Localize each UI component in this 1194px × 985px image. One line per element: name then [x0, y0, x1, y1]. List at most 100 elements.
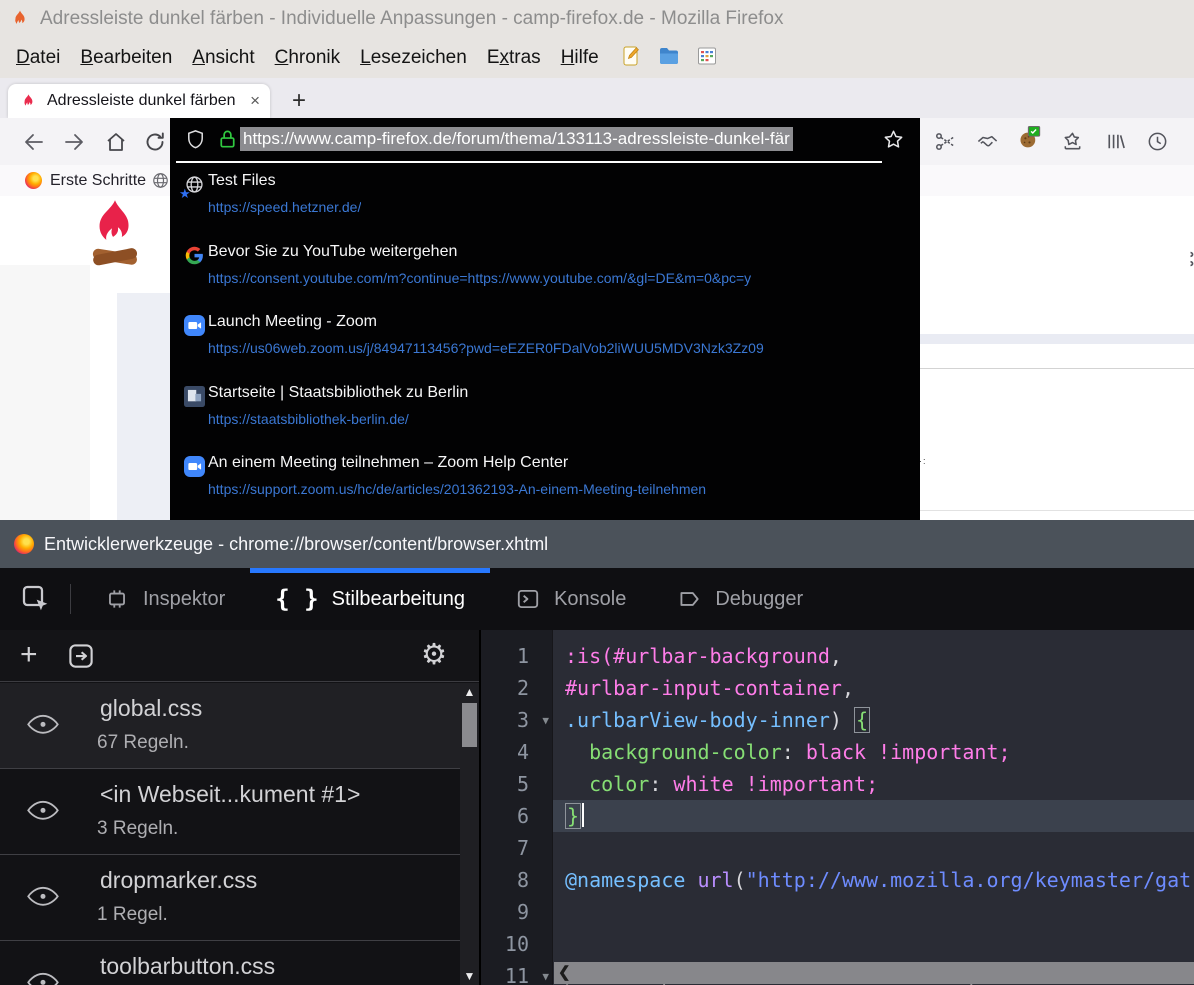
eye-visibility-icon[interactable]: [26, 971, 60, 985]
urlbar-input[interactable]: https://www.camp-firefox.de/forum/thema/…: [240, 127, 793, 151]
zoom-icon: [184, 456, 205, 477]
devtools-tab-label: Stilbearbeitung: [332, 588, 465, 611]
stylesheet-name: <in Webseit...kument #1>: [100, 781, 360, 808]
options-gear-icon[interactable]: ⚙: [421, 637, 447, 672]
eye-visibility-icon[interactable]: [26, 799, 60, 823]
scroll-down-icon[interactable]: ▼: [460, 969, 479, 983]
code-line[interactable]: 1:is(#urlbar-background,: [481, 640, 1194, 672]
devtools-tab-konsole[interactable]: Konsole: [490, 568, 651, 630]
styleeditor-source-editor[interactable]: 1:is(#urlbar-background,2#urlbar-input-c…: [481, 630, 1194, 985]
code-line[interactable]: 2#urlbar-input-container,: [481, 672, 1194, 704]
globe-bookmark-icon[interactable]: [151, 171, 170, 190]
url-suggestion-row[interactable]: Bevor Sie zu YouTube weitergehenhttps://…: [170, 241, 920, 312]
editor-horizontal-scrollbar[interactable]: ❮: [554, 962, 1194, 984]
tab-bar: Adressleiste dunkel färben - × +: [0, 78, 1194, 118]
forum-divider: [920, 510, 1194, 511]
element-picker-icon[interactable]: [14, 580, 58, 618]
clipped-extension-icon[interactable]: [1185, 248, 1194, 270]
menu-item-lesezeichen[interactable]: Lesezeichen: [350, 43, 477, 73]
line-number: 9: [481, 896, 553, 928]
menu-item-extras[interactable]: Extras: [477, 43, 551, 73]
reload-icon[interactable]: [143, 130, 167, 154]
devtools-tab-inspektor[interactable]: Inspektor: [79, 568, 250, 630]
scroll-up-icon[interactable]: ▲: [460, 685, 479, 699]
code-line[interactable]: 5 color: white !important;: [481, 768, 1194, 800]
line-number: 5: [481, 768, 553, 800]
urlbar[interactable]: https://www.camp-firefox.de/forum/thema/…: [170, 118, 920, 162]
menu-item-hilfe[interactable]: Hilfe: [551, 43, 609, 73]
new-stylesheet-icon[interactable]: +: [20, 638, 38, 672]
shield-icon[interactable]: [184, 128, 207, 151]
bookmark-tray-icon[interactable]: [1061, 130, 1084, 153]
back-icon[interactable]: [22, 130, 46, 154]
line-number: 10: [481, 928, 553, 960]
url-suggestion-row[interactable]: Launch Meeting - Zoomhttps://us06web.zoo…: [170, 311, 920, 382]
folder-icon[interactable]: [657, 44, 681, 73]
stylesheet-name: dropmarker.css: [100, 867, 257, 894]
suggestion-title: An einem Meeting teilnehmen – Zoom Help …: [208, 454, 568, 472]
cookie-consent-icon[interactable]: [1018, 126, 1041, 149]
devtools-tab-label: Konsole: [554, 588, 626, 611]
new-tab-button[interactable]: +: [284, 86, 314, 116]
page-margin: [0, 265, 90, 520]
devtools-tab-stilbearbeitung[interactable]: { }Stilbearbeitung: [250, 568, 490, 630]
browser-tab[interactable]: Adressleiste dunkel färben - ×: [8, 84, 270, 118]
history-clock-icon[interactable]: [1146, 130, 1169, 153]
devtools-tab-debugger[interactable]: Debugger: [651, 568, 828, 630]
note-icon[interactable]: [619, 44, 643, 73]
stylesheet-rule-count: 3 Regeln.: [97, 818, 178, 840]
menu-item-ansicht[interactable]: Ansicht: [182, 43, 264, 73]
devtools-tab-label: Debugger: [715, 588, 803, 611]
inspector-icon: [104, 586, 130, 612]
suggestion-url: https://speed.hetzner.de/: [208, 199, 361, 215]
line-number: 8: [481, 864, 553, 896]
screenshot-scissors-icon[interactable]: [934, 130, 957, 153]
suggestion-url: https://support.zoom.us/hc/de/articles/2…: [208, 481, 706, 497]
bookmark-item[interactable]: Erste Schritte: [25, 172, 146, 190]
code-line[interactable]: 4 background-color: black !important;: [481, 736, 1194, 768]
code-line[interactable]: 10: [481, 928, 1194, 960]
firefox-icon: [25, 172, 42, 189]
bookmark-star-icon[interactable]: [882, 128, 905, 151]
code-line[interactable]: 8@namespace url("http://www.mozilla.org/…: [481, 864, 1194, 896]
camp-firefox-logo[interactable]: [86, 196, 144, 279]
site-icon: [184, 386, 205, 407]
lock-icon[interactable]: [216, 128, 239, 151]
eye-visibility-icon[interactable]: [26, 885, 60, 909]
fold-arrow-icon[interactable]: ▼: [542, 705, 549, 737]
stylesheet-item[interactable]: <in Webseit...kument #1> 3 Regeln.: [0, 769, 479, 855]
menu-item-datei[interactable]: Datei: [6, 43, 70, 73]
grid-icon[interactable]: [695, 44, 719, 73]
stylesheet-name: global.css: [100, 695, 202, 722]
sheet-list-scrollbar[interactable]: ▲ ▼: [460, 683, 479, 985]
menu-item-chronik[interactable]: Chronik: [265, 43, 350, 73]
eye-visibility-icon[interactable]: [26, 713, 60, 737]
stylesheet-item[interactable]: toolbarbutton.css: [0, 941, 479, 985]
url-suggestion-row[interactable]: ★Test Fileshttps://speed.hetzner.de/: [170, 170, 920, 241]
menu-item-bearbeiten[interactable]: Bearbeiten: [70, 43, 182, 73]
scroll-left-icon[interactable]: ❮: [558, 963, 571, 981]
fold-arrow-icon[interactable]: ▼: [542, 961, 549, 985]
scrollbar-thumb[interactable]: [462, 703, 477, 747]
window-title: Adressleiste dunkel färben - Individuell…: [40, 8, 783, 30]
forum-divider: [920, 368, 1194, 369]
code-line[interactable]: 6}: [481, 800, 1194, 832]
import-stylesheet-icon[interactable]: [66, 641, 96, 671]
devtools-tab-label: Inspektor: [143, 588, 225, 611]
forward-icon[interactable]: [62, 130, 86, 154]
clipped-page-text: ·:: [919, 456, 927, 466]
url-suggestion-row[interactable]: An einem Meeting teilnehmen – Zoom Help …: [170, 452, 920, 523]
tab-close-icon[interactable]: ×: [250, 91, 260, 111]
menu-extra-icons: [619, 44, 719, 73]
home-icon[interactable]: [104, 130, 128, 154]
line-number: 2: [481, 672, 553, 704]
handshake-icon[interactable]: [976, 130, 999, 153]
stylesheet-item[interactable]: global.css67 Regeln.: [0, 683, 479, 769]
code-line[interactable]: 9: [481, 896, 1194, 928]
stylesheet-item[interactable]: dropmarker.css1 Regel.: [0, 855, 479, 941]
url-suggestion-row[interactable]: Startseite | Staatsbibliothek zu Berlinh…: [170, 382, 920, 453]
code-line[interactable]: 3▼.urlbarView-body-inner) {: [481, 704, 1194, 736]
library-icon[interactable]: [1104, 130, 1127, 153]
screen: Adressleiste dunkel färben - Individuell…: [0, 0, 1194, 985]
code-line[interactable]: 7: [481, 832, 1194, 864]
